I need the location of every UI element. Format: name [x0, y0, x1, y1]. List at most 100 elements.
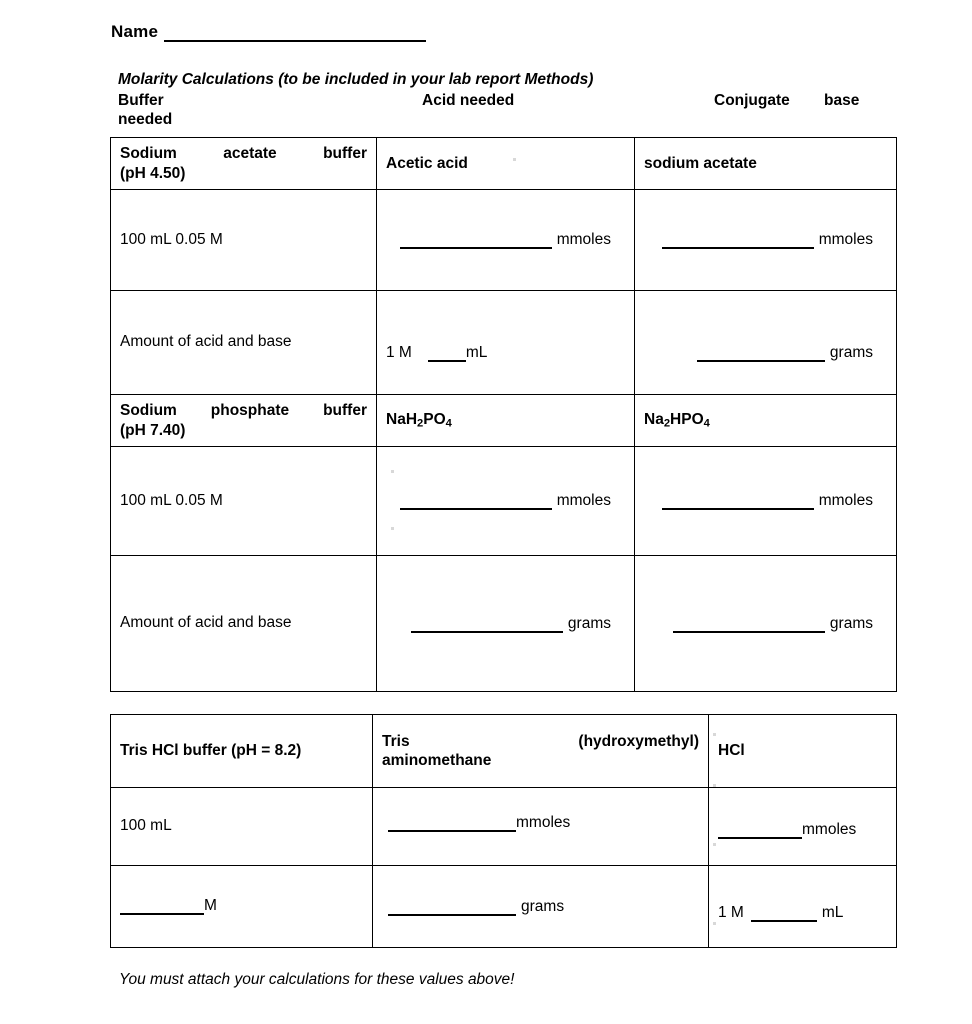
acid-volume-answer: 1 M mL [386, 344, 625, 362]
amount-acid-base-label: Amount of acid and base [120, 614, 292, 631]
cell-volume-tris: 100 mL [110, 787, 373, 866]
page-title: Molarity Calculations (to be included in… [118, 71, 594, 88]
cell-acid-volume-acetate: 1 M mL [376, 290, 635, 395]
amount-acid-base-label: Amount of acid and base [120, 333, 292, 350]
conjugate-mmoles-answer: mmoles [644, 231, 887, 249]
table-row: Sodium acetate buffer (pH 4.50) Acetic a… [110, 137, 897, 190]
conjugate-volume-blank[interactable] [750, 905, 817, 922]
cell-conjugate-grams-acetate: grams [634, 290, 897, 395]
conjugate-mmoles-blank[interactable] [661, 232, 814, 249]
table-row: Amount of acid and base grams grams [110, 555, 897, 692]
conjugate-name: HCl [718, 742, 745, 759]
scan-speck [713, 843, 716, 846]
buffer-name: Tris HCl buffer (pH = 8.2) [120, 742, 302, 759]
acid-grams-blank[interactable] [388, 899, 516, 916]
conjugate-mmoles-unit: mmoles [818, 492, 873, 509]
scan-speck [513, 158, 516, 161]
molarity-blank[interactable] [120, 898, 204, 915]
cell-acid-mmoles-phosphate: mmoles [376, 446, 635, 556]
cell-buffer-tris-hcl: Tris HCl buffer (pH = 8.2) [110, 714, 373, 788]
table-row: 100 mL mmoles mmoles [110, 787, 897, 866]
scan-speck [391, 527, 394, 530]
conjugate-volume-answer: 1 M mL [718, 904, 887, 922]
scan-speck [713, 784, 716, 787]
cell-acid-grams-tris: grams [372, 865, 709, 948]
cell-acid-acetic-acid: Acetic acid [376, 137, 635, 190]
column-header-band: Buffer Acid needed Conjugate base needed [118, 92, 894, 129]
table-row: M grams 1 M mL [110, 865, 897, 948]
cell-volume-molarity-phosphate: 100 mL 0.05 M [110, 446, 377, 556]
acid-mmoles-unit: mmoles [516, 813, 571, 831]
acid-molarity-prefix: 1 M [386, 343, 412, 361]
conjugate-molarity-prefix: 1 M [718, 903, 744, 921]
conjugate-mmoles-unit: mmoles [802, 820, 857, 838]
cell-acid-grams-phosphate: grams [376, 555, 635, 692]
cell-conjugate-mmoles-phosphate: mmoles [634, 446, 897, 556]
cell-amount-acid-base-acetate: Amount of acid and base [110, 290, 377, 395]
cell-amount-acid-base-phosphate: Amount of acid and base [110, 555, 377, 692]
conjugate-formula: Na2HPO4 [644, 411, 710, 430]
cell-conjugate-volume-tris: 1 M mL [708, 865, 897, 948]
table-row: 100 mL 0.05 M mmoles mmoles [110, 446, 897, 556]
conjugate-volume-unit: mL [821, 903, 844, 921]
cell-buffer-sodium-phosphate: Sodium phosphate buffer (pH 7.40) [110, 394, 377, 447]
acid-grams-blank[interactable] [410, 616, 563, 633]
cell-acid-mmoles-acetate: mmoles [376, 189, 635, 291]
conjugate-grams-blank[interactable] [696, 345, 825, 362]
acid-mmoles-blank[interactable] [399, 493, 552, 510]
conjugate-grams-answer: grams [644, 615, 887, 633]
conjugate-grams-answer: grams [644, 344, 887, 362]
acid-mmoles-unit: mmoles [556, 231, 611, 248]
footnote: You must attach your calculations for th… [119, 971, 515, 988]
scan-speck [391, 470, 394, 473]
acid-name: Acetic acid [386, 154, 468, 172]
cell-conjugate-mmoles-acetate: mmoles [634, 189, 897, 291]
molarity-answer: M [120, 897, 363, 915]
conjugate-mmoles-answer: mmoles [644, 492, 887, 510]
header-acid-needed: Acid needed [422, 92, 515, 109]
acid-name-line2: aminomethane [382, 752, 492, 769]
table-row: Amount of acid and base 1 M mL grams [110, 290, 897, 395]
acid-name-word2: (hydroxymethyl) [578, 732, 699, 750]
volume-molarity-label: 100 mL 0.05 M [120, 231, 223, 248]
buffer-name-line1: Sodium phosphate buffer [120, 402, 367, 420]
acid-name-line1: Tris (hydroxymethyl) [382, 732, 699, 751]
acid-mmoles-answer: mmoles [382, 814, 699, 832]
acid-mmoles-blank[interactable] [399, 232, 552, 249]
acid-grams-unit: grams [521, 897, 565, 915]
acid-grams-unit: grams [567, 614, 611, 632]
conjugate-grams-blank[interactable] [672, 616, 825, 633]
acid-volume-blank[interactable] [427, 345, 466, 362]
cell-acid-nah2po4: NaH2PO4 [376, 394, 635, 447]
volume-label: 100 mL [120, 817, 172, 834]
cell-molarity-tris: M [110, 865, 373, 948]
molarity-unit: M [204, 897, 217, 914]
conjugate-name: sodium acetate [644, 154, 757, 172]
header-needed: needed [118, 111, 173, 128]
acid-mmoles-answer: mmoles [386, 231, 625, 249]
table-row: 100 mL 0.05 M mmoles mmoles [110, 189, 897, 291]
scan-speck [713, 733, 716, 736]
cell-acid-tris-base: Tris (hydroxymethyl) aminomethane [372, 714, 709, 788]
name-field-row: Name [111, 22, 427, 42]
table-row: Sodium phosphate buffer (pH 7.40) NaH2PO… [110, 394, 897, 447]
acid-name-word1: Tris [382, 732, 410, 750]
acid-grams-answer: grams [382, 898, 699, 916]
cell-conjugate-hcl: HCl [708, 714, 897, 788]
header-conjugate: Conjugate [714, 92, 790, 109]
cell-acid-mmoles-tris: mmoles [372, 787, 709, 866]
molarity-calculations-table: Sodium acetate buffer (pH 4.50) Acetic a… [110, 137, 897, 692]
conjugate-mmoles-blank[interactable] [661, 493, 814, 510]
name-blank-line[interactable] [164, 23, 427, 42]
buffer-ph-line2: (pH 7.40) [120, 421, 186, 439]
conjugate-grams-unit: grams [829, 343, 873, 361]
cell-conjugate-grams-phosphate: grams [634, 555, 897, 692]
name-label: Name [111, 22, 159, 41]
cell-buffer-sodium-acetate: Sodium acetate buffer (pH 4.50) [110, 137, 377, 190]
acid-mmoles-blank[interactable] [388, 815, 516, 832]
cell-conjugate-sodium-acetate: sodium acetate [634, 137, 897, 190]
conjugate-mmoles-blank[interactable] [718, 822, 802, 839]
cell-conjugate-na2hpo4: Na2HPO4 [634, 394, 897, 447]
header-buffer: Buffer [118, 92, 164, 109]
acid-grams-answer: grams [386, 615, 625, 633]
